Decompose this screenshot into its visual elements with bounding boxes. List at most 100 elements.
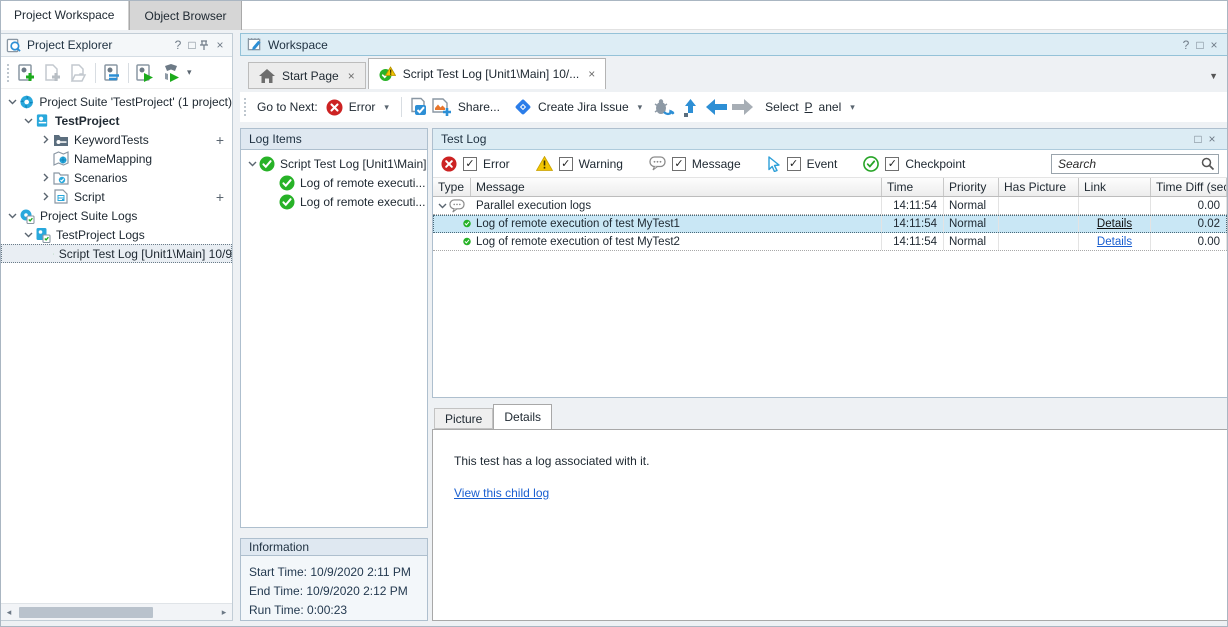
log-item-child[interactable]: Log of remote executi... [241, 192, 427, 211]
scroll-left-icon[interactable]: ◂ [1, 607, 17, 618]
tree-item-testproject[interactable]: TestProject [1, 111, 232, 130]
bug-forward-icon [653, 98, 675, 117]
create-jira-issue-button[interactable]: Create Jira Issue ▾ [514, 98, 645, 116]
error-checkbox[interactable]: ✓ [463, 157, 477, 171]
close-icon[interactable]: × [1205, 132, 1219, 146]
scrollbar-thumb[interactable] [19, 607, 153, 618]
event-checkbox[interactable]: ✓ [787, 157, 801, 171]
table-row[interactable]: Parallel execution logs 14:11:54 Normal … [433, 197, 1227, 215]
details-link[interactable]: Details [1097, 218, 1132, 230]
add-icon[interactable]: + [216, 132, 224, 148]
tab-object-browser[interactable]: Object Browser [129, 0, 241, 30]
column-has-picture[interactable]: Has Picture [999, 178, 1079, 196]
chevron-right-icon[interactable] [39, 135, 53, 144]
horizontal-scrollbar[interactable]: ◂ ▸ [1, 603, 232, 620]
chevron-down-icon[interactable] [21, 232, 35, 238]
tab-label: Project Workspace [14, 8, 114, 22]
tab-label: Details [504, 410, 541, 424]
start-time: Start Time: 10/9/2020 2:11 PM [249, 563, 427, 582]
run-project-suite-button[interactable] [158, 60, 184, 86]
tree-item-label: Log of remote executi... [300, 195, 425, 209]
tab-start-page[interactable]: Start Page × [248, 62, 366, 89]
close-icon[interactable]: × [348, 69, 355, 83]
tab-picture[interactable]: Picture [434, 408, 493, 429]
tab-label: Start Page [282, 69, 339, 83]
tab-details[interactable]: Details [493, 404, 552, 429]
add-icon[interactable]: + [216, 189, 224, 205]
column-type[interactable]: Type [433, 178, 471, 196]
chevron-down-icon[interactable] [21, 118, 35, 124]
log-item-root[interactable]: Script Test Log [Unit1\Main] [241, 154, 427, 173]
chevron-down-icon[interactable] [5, 99, 19, 105]
project-icon [35, 113, 50, 128]
column-time[interactable]: Time [882, 178, 944, 196]
help-icon[interactable]: ? [1179, 38, 1193, 52]
go-back-button[interactable] [703, 94, 729, 120]
tab-overflow-icon[interactable]: ▼ [1209, 71, 1218, 81]
close-icon[interactable]: × [213, 38, 227, 52]
chevron-right-icon[interactable] [39, 192, 53, 201]
go-forward-button[interactable] [729, 94, 755, 120]
chevron-down-icon[interactable] [435, 203, 449, 209]
tree-item-testproject-logs[interactable]: TestProject Logs [1, 225, 232, 244]
chevron-down-icon[interactable] [245, 161, 259, 167]
tree-item-script-test-log[interactable]: Script Test Log [Unit1\Main] 10/9 [1, 244, 232, 263]
filter-event: ✓ Event [767, 156, 838, 172]
select-records-button[interactable] [405, 94, 431, 120]
chevron-down-icon[interactable] [5, 213, 19, 219]
help-icon[interactable]: ? [171, 38, 185, 52]
open-item-button[interactable] [66, 60, 92, 86]
pin-icon[interactable] [199, 40, 213, 51]
maximize-icon[interactable]: □ [1191, 132, 1205, 146]
close-icon[interactable]: × [588, 67, 595, 81]
goto-next-error-button[interactable]: Error ▾ [326, 99, 392, 116]
search-input[interactable] [1051, 154, 1219, 174]
view-child-log-link[interactable]: View this child log [454, 486, 549, 500]
tree-item-script[interactable]: Script + [1, 187, 232, 206]
column-time-diff[interactable]: Time Diff (sec) [1151, 178, 1227, 196]
tree-item-namemapping[interactable]: NameMapping [1, 149, 232, 168]
go-up-button[interactable] [677, 94, 703, 120]
time-cell: 14:11:54 [882, 215, 944, 232]
test-log-filter-bar: ✓ Error ✓ Warning ✓ Message ✓ Event ✓ Ch… [433, 150, 1227, 178]
close-icon[interactable]: × [1207, 38, 1221, 52]
toolbar-grip[interactable] [6, 63, 11, 83]
select-panel-button[interactable]: Select Panel ▾ [765, 100, 858, 114]
details-link[interactable]: Details [1097, 236, 1132, 248]
column-priority[interactable]: Priority [944, 178, 999, 196]
chevron-right-icon[interactable] [39, 173, 53, 182]
organize-items-button[interactable] [99, 60, 125, 86]
message-checkbox[interactable]: ✓ [672, 157, 686, 171]
warning-checkbox[interactable]: ✓ [559, 157, 573, 171]
maximize-icon[interactable]: □ [1193, 38, 1207, 52]
priority-cell: Normal [944, 215, 999, 232]
tree-item-keywordtests[interactable]: KeywordTests + [1, 130, 232, 149]
log-item-child[interactable]: Log of remote executi... [241, 173, 427, 192]
column-message[interactable]: Message [471, 178, 882, 196]
message-cell: Log of remote execution of test MyTest1 [471, 215, 882, 232]
time-diff-cell: 0.02 [1151, 215, 1227, 232]
toolbar-separator [95, 63, 96, 83]
run-with-debug-button[interactable] [651, 94, 677, 120]
checkbox-check: ✓ [789, 157, 798, 170]
column-link[interactable]: Link [1079, 178, 1151, 196]
dropdown-icon: ▾ [847, 102, 858, 113]
link-cell: Details [1079, 233, 1151, 250]
add-item-button[interactable] [40, 60, 66, 86]
tree-item-scenarios[interactable]: Scenarios [1, 168, 232, 187]
maximize-icon[interactable]: □ [185, 38, 199, 52]
run-dropdown-icon[interactable]: ▾ [184, 67, 195, 78]
tab-project-workspace[interactable]: Project Workspace [0, 0, 129, 30]
add-project-button[interactable] [14, 60, 40, 86]
scroll-right-icon[interactable]: ▸ [216, 607, 232, 618]
tree-item-project-suite[interactable]: Project Suite 'TestProject' (1 project) [1, 92, 232, 111]
run-project-button[interactable] [132, 60, 158, 86]
share-button[interactable]: Share... [431, 97, 500, 117]
checkpoint-checkbox[interactable]: ✓ [885, 157, 899, 171]
tree-item-project-suite-logs[interactable]: Project Suite Logs [1, 206, 232, 225]
up-arrow-icon [681, 98, 699, 117]
toolbar-grip[interactable] [243, 97, 248, 117]
tab-script-test-log[interactable]: Script Test Log [Unit1\Main] 10/... × [368, 58, 607, 89]
table-row[interactable]: Log of remote execution of test MyTest2 … [433, 233, 1227, 251]
table-row-selected[interactable]: Log of remote execution of test MyTest1 … [433, 215, 1227, 233]
